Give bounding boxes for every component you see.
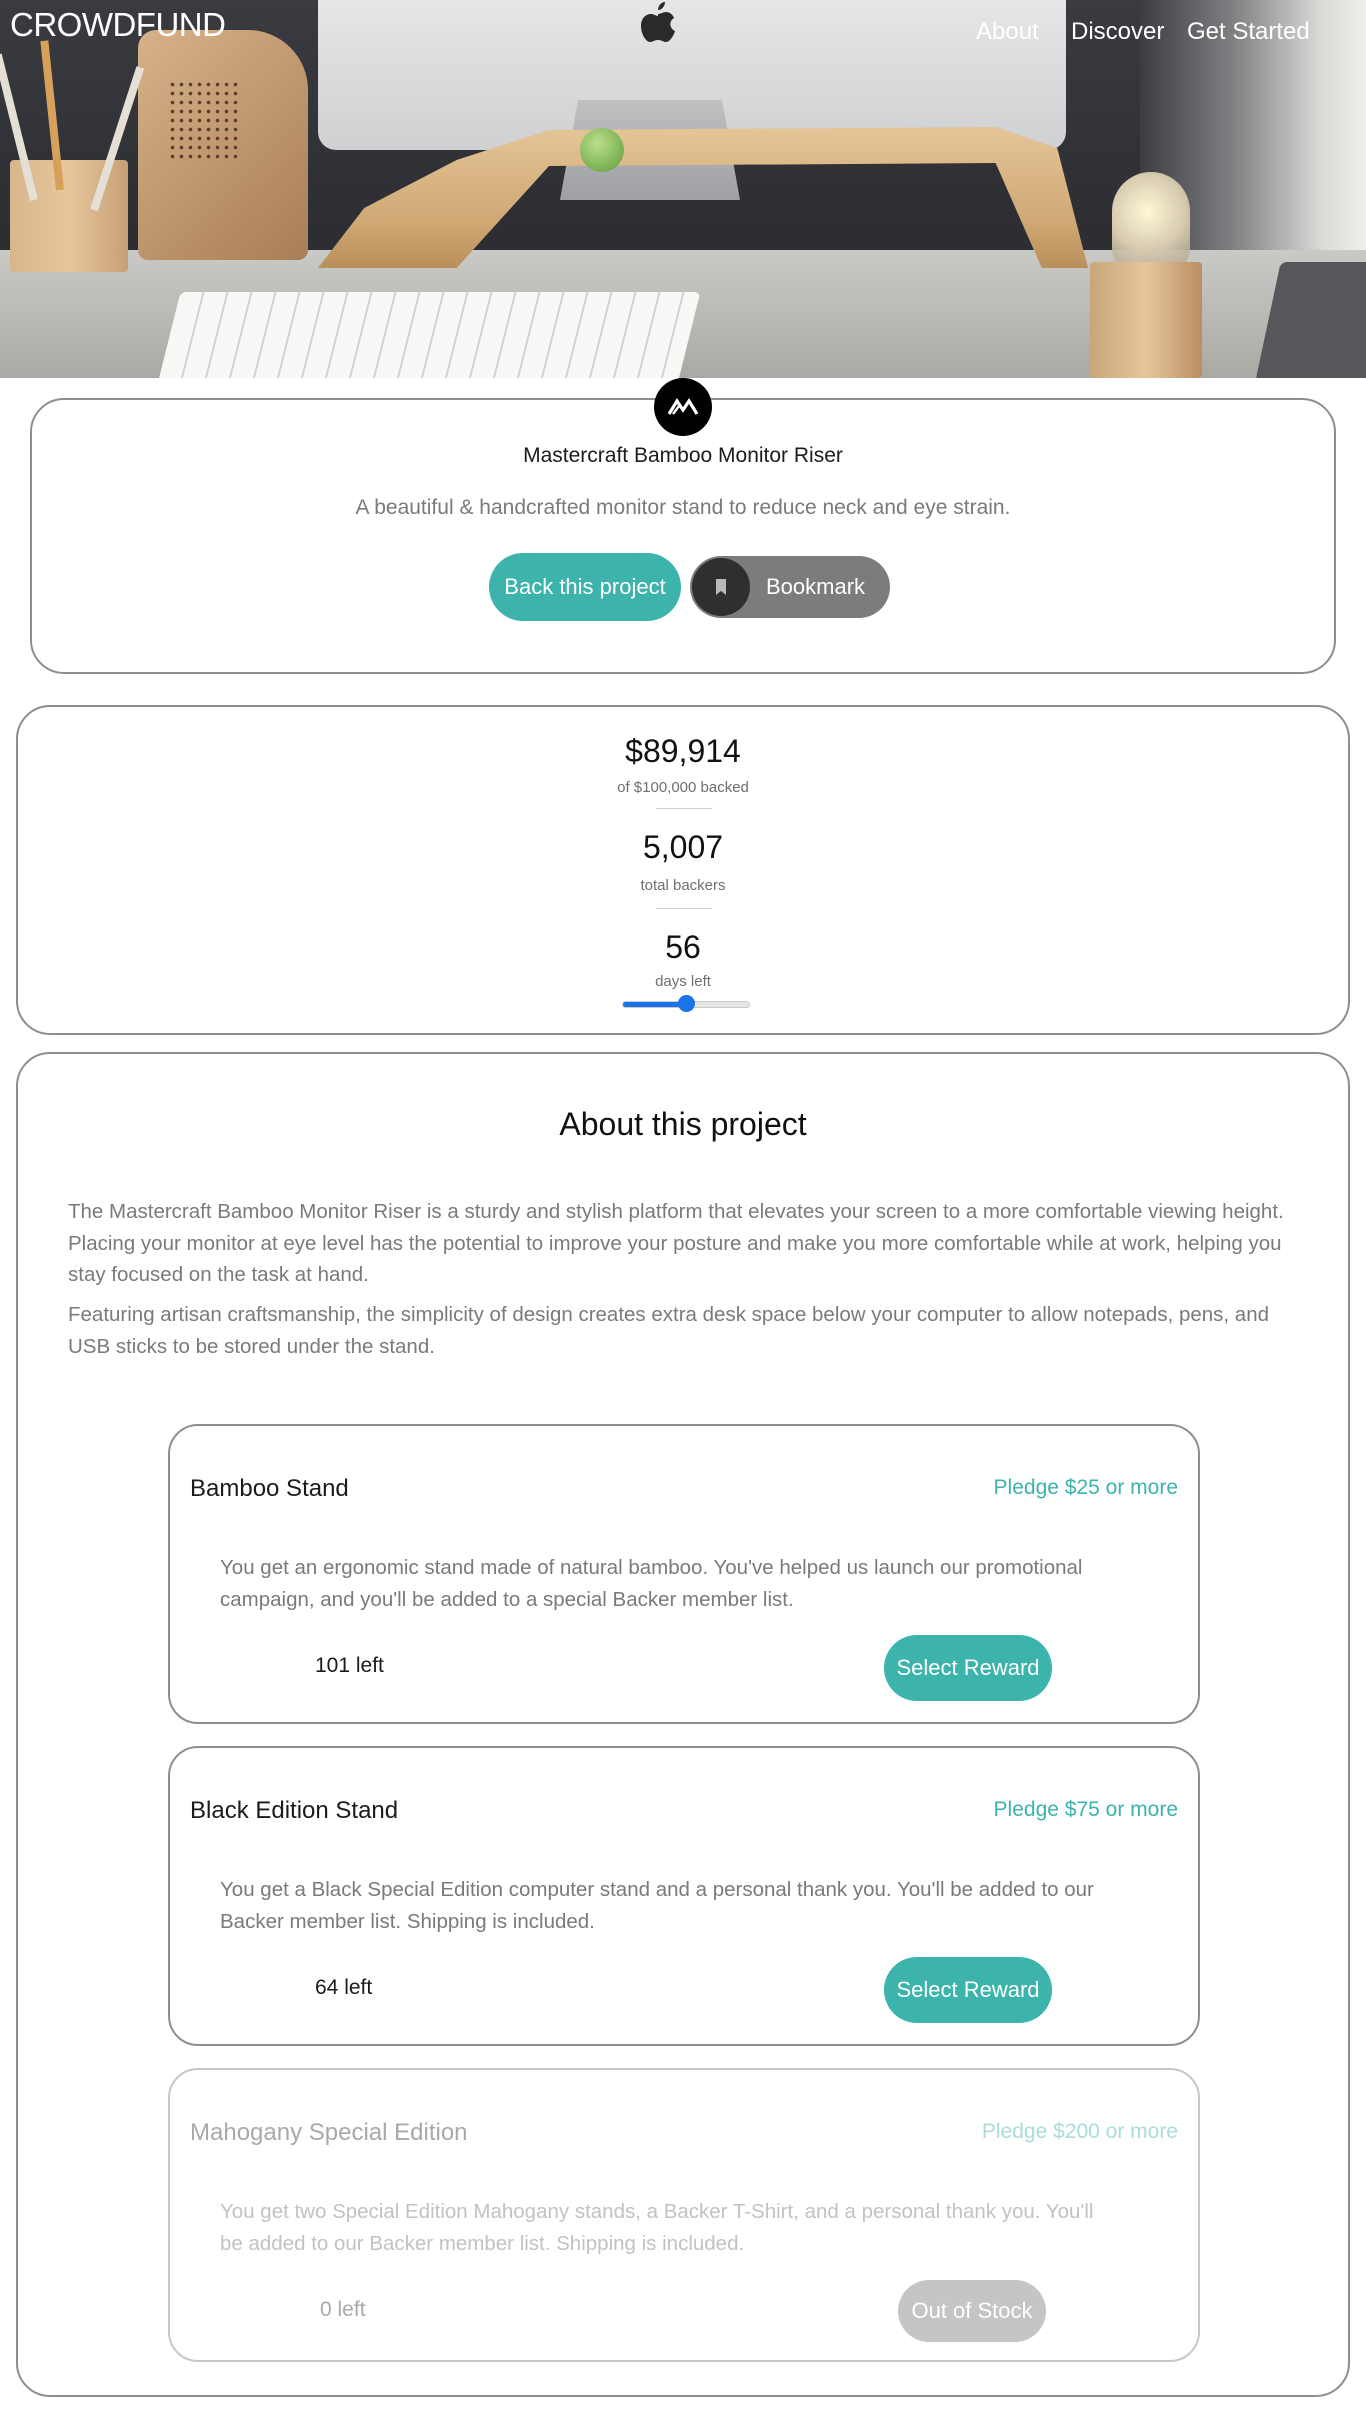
keyboard bbox=[155, 292, 701, 378]
backers-label: total backers bbox=[640, 877, 726, 894]
reward-card-bamboo: Bamboo Stand Pledge $25 or more You get … bbox=[168, 1424, 1200, 1724]
project-title: Mastercraft Bamboo Monitor Riser bbox=[523, 444, 843, 467]
reward-card-black-edition: Black Edition Stand Pledge $75 or more Y… bbox=[168, 1746, 1200, 2046]
stat-divider bbox=[656, 908, 712, 909]
mastercraft-logo-icon bbox=[654, 378, 712, 436]
about-card: About this project The Mastercraft Bambo… bbox=[16, 1052, 1350, 2397]
reward-description: You get an ergonomic stand made of natur… bbox=[220, 1556, 1083, 1611]
total-backers: 5,007 bbox=[642, 829, 724, 865]
out-of-stock-button: Out of Stock bbox=[898, 2280, 1046, 2342]
select-reward-button[interactable]: Select Reward bbox=[884, 1957, 1052, 2023]
back-project-button[interactable]: Back this project bbox=[489, 553, 681, 621]
project-description: A beautiful & handcrafted monitor stand … bbox=[355, 496, 1011, 519]
about-title: About this project bbox=[559, 1106, 807, 1142]
reward-description: You get two Special Edition Mahogany sta… bbox=[220, 2200, 1094, 2255]
bookmark-icon bbox=[692, 558, 750, 616]
reward-pledge: Pledge $200 or more bbox=[981, 2120, 1178, 2143]
bookmark-label: Bookmark bbox=[766, 574, 866, 599]
wooden-speaker bbox=[138, 30, 308, 260]
select-reward-button[interactable]: Select Reward bbox=[884, 1635, 1052, 1701]
toy-figure bbox=[580, 128, 624, 172]
pen-cup bbox=[0, 40, 145, 272]
backed-label: of $100,000 backed bbox=[617, 779, 749, 796]
days-left-label: days left bbox=[655, 973, 711, 990]
reward-pledge: Pledge $75 or more bbox=[993, 1798, 1178, 1821]
nav-link-about[interactable]: About bbox=[976, 18, 1039, 46]
stat-divider bbox=[656, 808, 712, 809]
stats-card: $89,914 of $100,000 backed 5,007 total b… bbox=[16, 705, 1350, 1035]
bookmark-button[interactable]: Bookmark bbox=[690, 556, 890, 618]
reward-name: Bamboo Stand bbox=[190, 1475, 349, 1502]
top-nav: About Discover Get Started bbox=[0, 18, 1366, 52]
reward-stock-left: 101 left bbox=[315, 1654, 384, 1677]
light-bulb bbox=[1112, 172, 1190, 272]
reward-description: You get a Black Special Edition computer… bbox=[220, 1878, 1094, 1933]
about-paragraph: Featuring artisan craftsmanship, the sim… bbox=[68, 1303, 1270, 1358]
project-intro-card: Mastercraft Bamboo Monitor Riser A beaut… bbox=[30, 398, 1336, 674]
hero-image bbox=[0, 0, 1366, 378]
nav-link-get-started[interactable]: Get Started bbox=[1187, 18, 1310, 46]
reward-pledge: Pledge $25 or more bbox=[993, 1476, 1178, 1499]
progress-fill bbox=[623, 1002, 686, 1007]
reward-name: Black Edition Stand bbox=[190, 1797, 399, 1824]
reward-stock-left: 0 left bbox=[320, 2298, 366, 2321]
backed-amount: $89,914 bbox=[625, 733, 741, 769]
reward-card-mahogany: Mahogany Special Edition Pledge $200 or … bbox=[168, 2068, 1200, 2362]
reward-name: Mahogany Special Edition bbox=[190, 2119, 468, 2146]
about-paragraph: The Mastercraft Bamboo Monitor Riser is … bbox=[68, 1200, 1284, 1286]
days-left: 56 bbox=[665, 929, 701, 965]
progress-slider-thumb[interactable] bbox=[677, 995, 695, 1012]
reward-stock-left: 64 left bbox=[315, 1976, 373, 1999]
nav-link-discover[interactable]: Discover bbox=[1071, 18, 1164, 46]
lamp-base bbox=[1090, 262, 1202, 378]
